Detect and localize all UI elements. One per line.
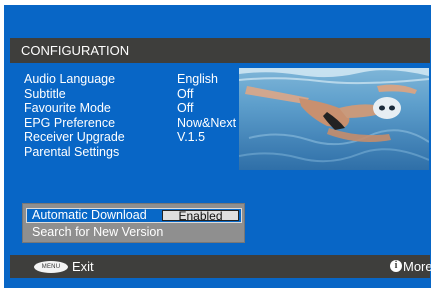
setting-value: Off <box>177 86 194 101</box>
setting-value: V.1.5 <box>177 130 206 145</box>
footer-bar: MENU Exit i More <box>10 255 433 278</box>
info-icon[interactable]: i <box>390 260 402 272</box>
automatic-download-value[interactable]: Enabled <box>162 210 239 222</box>
setting-label: EPG Preference <box>24 115 116 130</box>
setting-value: Off <box>177 101 194 116</box>
setting-label: Receiver Upgrade <box>24 130 125 145</box>
setting-favourite-mode[interactable]: Favourite Mode Off <box>24 101 244 116</box>
automatic-download-option[interactable]: Automatic Download Enabled <box>26 208 242 223</box>
setting-epg-preference[interactable]: EPG Preference Now&Next <box>24 116 244 131</box>
setting-value: English <box>177 72 218 86</box>
setting-label: Audio Language <box>24 72 116 86</box>
page-title: CONFIGURATION <box>21 43 130 58</box>
setting-audio-language[interactable]: Audio Language English <box>24 72 244 87</box>
setting-label: Favourite Mode <box>24 101 111 116</box>
search-new-version-option[interactable]: Search for New Version <box>32 225 163 239</box>
setting-receiver-upgrade[interactable]: Receiver Upgrade V.1.5 <box>24 130 244 145</box>
swimmer-photo <box>239 68 429 170</box>
setting-label: Subtitle <box>24 86 66 101</box>
settings-list: Audio Language English Subtitle Off Favo… <box>24 72 244 160</box>
preview-image <box>239 68 429 170</box>
download-submenu: Automatic Download Enabled Search for Ne… <box>22 203 245 243</box>
setting-subtitle[interactable]: Subtitle Off <box>24 87 244 102</box>
menu-key-icon[interactable]: MENU <box>34 261 68 273</box>
option-label: Automatic Download <box>32 208 147 222</box>
tv-screen: CONFIGURATION Audio Language English Sub… <box>4 5 433 288</box>
setting-parental-settings[interactable]: Parental Settings <box>24 145 244 160</box>
more-label[interactable]: More <box>403 259 433 274</box>
exit-label[interactable]: Exit <box>72 259 94 274</box>
setting-label: Parental Settings <box>24 144 120 159</box>
setting-value: Now&Next <box>177 115 237 130</box>
header-bar: CONFIGURATION <box>10 38 430 63</box>
